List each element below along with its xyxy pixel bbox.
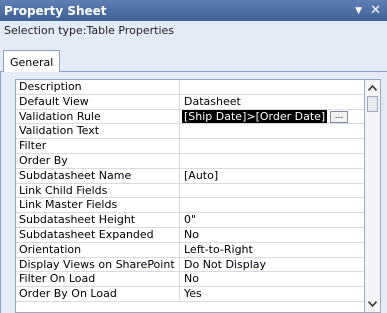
property-name: Filter — [16, 139, 180, 153]
property-value[interactable]: [Auto] — [180, 169, 364, 183]
property-row[interactable]: Filter — [16, 139, 364, 154]
property-value[interactable] — [180, 154, 364, 168]
property-value[interactable]: 0" — [180, 213, 364, 227]
property-name: Order By On Load — [16, 287, 180, 301]
property-row[interactable]: Default View Datasheet — [16, 94, 364, 110]
property-name: Display Views on SharePoint — [16, 257, 180, 272]
property-name: Validation Text — [16, 124, 180, 139]
property-name: Order By — [16, 154, 180, 168]
property-grid: Description Default View Datasheet Valid… — [15, 79, 365, 313]
scroll-up-icon[interactable] — [365, 80, 380, 96]
property-value[interactable]: [Ship Date]>[Order Date] ... — [180, 109, 364, 124]
builder-button[interactable]: ... — [330, 110, 348, 123]
property-row[interactable]: Description — [16, 80, 364, 95]
property-value[interactable]: Yes — [180, 287, 364, 301]
property-row[interactable]: Subdatasheet Height 0" — [16, 213, 364, 228]
property-row[interactable]: Validation Text — [16, 124, 364, 140]
selection-type: Selection type: Table Properties — [0, 21, 387, 40]
close-icon[interactable]: ✕ — [370, 3, 381, 18]
property-row[interactable]: Link Master Fields — [16, 198, 364, 214]
property-row[interactable]: Link Child Fields — [16, 183, 364, 199]
property-value[interactable] — [180, 198, 364, 212]
property-name: Subdatasheet Height — [16, 213, 180, 227]
property-value[interactable] — [180, 124, 364, 138]
property-row[interactable]: Order By — [16, 154, 364, 169]
property-panel: Description Default View Datasheet Valid… — [0, 72, 387, 313]
property-name: Subdatasheet Expanded — [16, 228, 180, 242]
selected-text: [Ship Date]>[Order Date] — [182, 109, 328, 124]
property-row[interactable]: Subdatasheet Name [Auto] — [16, 168, 364, 184]
property-value[interactable]: Left-to-Right — [180, 243, 364, 257]
window-title: Property Sheet — [4, 3, 107, 18]
property-name: Orientation — [16, 242, 180, 257]
validation-rule-input[interactable]: [Ship Date]>[Order Date] — [180, 109, 330, 124]
vertical-scrollbar[interactable] — [365, 79, 381, 313]
scroll-thumb[interactable] — [367, 96, 378, 112]
property-name: Filter On Load — [16, 272, 180, 287]
scroll-down-icon[interactable] — [365, 296, 380, 312]
property-row-selected[interactable]: Validation Rule [Ship Date]>[Order Date]… — [16, 109, 364, 125]
property-row[interactable]: Orientation Left-to-Right — [16, 242, 364, 258]
selection-type-label: Selection type: — [4, 24, 87, 37]
property-name: Default View — [16, 94, 180, 109]
property-value[interactable] — [180, 80, 364, 94]
property-name: Subdatasheet Name — [16, 168, 180, 183]
property-name: Link Master Fields — [16, 198, 180, 213]
tab-label: General — [10, 55, 54, 69]
property-value[interactable]: No — [180, 272, 364, 286]
property-row[interactable]: Subdatasheet Expanded No — [16, 228, 364, 243]
property-name: Validation Rule — [16, 109, 180, 124]
property-row[interactable]: Order By On Load Yes — [16, 287, 364, 302]
tab-general[interactable]: General — [3, 50, 61, 73]
property-value[interactable] — [180, 184, 364, 198]
title-bar: Property Sheet ▼ ✕ — [0, 0, 387, 21]
tab-strip: General — [0, 40, 387, 73]
property-name: Description — [16, 80, 180, 94]
chevron-down-icon[interactable]: ▼ — [355, 6, 362, 16]
property-value[interactable] — [180, 139, 364, 153]
property-value[interactable]: No — [180, 228, 364, 242]
property-row[interactable]: Display Views on SharePoint Do Not Displ… — [16, 257, 364, 273]
property-row[interactable]: Filter On Load No — [16, 272, 364, 288]
selection-type-value: Table Properties — [86, 24, 175, 37]
property-name: Link Child Fields — [16, 183, 180, 198]
property-value[interactable]: Do Not Display — [180, 258, 364, 272]
property-value[interactable]: Datasheet — [180, 95, 364, 109]
